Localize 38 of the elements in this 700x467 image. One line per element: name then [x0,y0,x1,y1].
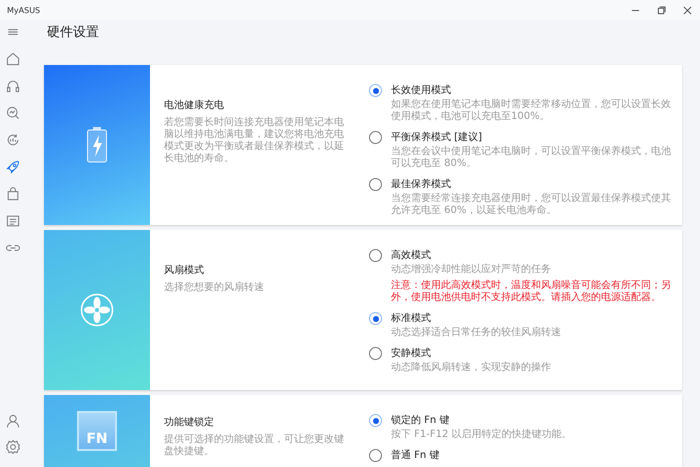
radio-button[interactable] [369,414,382,427]
option-description: 当您需要经常连接充电器使用时，您可以设置最佳保养模式使其允许充电至 60%，以延长电池寿命。 [391,193,672,217]
option-label[interactable]: 平衡保养模式 [建议] [391,130,482,144]
option-label[interactable]: 标准模式 [391,311,431,325]
option-description: 当您在会议中使用笔记本电脑时，可以设置平衡保养模式，电池可以充电至 80%。 [391,146,672,170]
option-label[interactable]: 长效使用模式 [391,83,451,97]
radio-button[interactable] [369,449,382,462]
option-label[interactable]: 安静模式 [391,346,431,360]
card-title: 电池健康充电 [164,98,225,112]
option-description: 动态降低风扇转速，实现安静的操作 [391,362,552,374]
fan-icon [80,293,114,327]
radio-button[interactable] [369,84,382,97]
battery-icon [86,127,108,163]
option-description: 如果您在使用笔记本电脑时需要经常移动位置，您可以设置长效使用模式，电池可以充电至100%。 [391,99,672,123]
close-icon[interactable] [682,6,692,14]
maximize-icon[interactable] [656,6,666,14]
fn-key-icon: FN [77,411,117,451]
radio-button[interactable] [369,347,382,360]
option-label[interactable]: 锁定的 Fn 键 [391,413,450,427]
warning-text: 注意：使用此高效模式时，温度和风扇噪音可能会有所不同；另外，使用电池供电时不支持此模式。请插入您的电源适配器。 [391,280,672,304]
option-label[interactable]: 高效模式 [391,248,431,262]
card-description: 选择您想要的风扇转速 [164,282,265,294]
radio-button[interactable] [369,312,382,325]
card-description: 若您需要长时间连接充电器使用笔记本电脑以维持电池满电量，建议您将电池充电模式更改为平衡或者最佳保养模式，以延长电池的寿命。 [164,117,345,165]
card-title: 风扇模式 [164,264,205,277]
radio-button[interactable] [369,178,382,191]
card-description: 提供可选择的功能键设置，可让您更改键盘快捷键。 [164,434,345,458]
option-description: 动态增强冷却性能以应对严苛的任务 [391,264,552,276]
card-title: 功能键锁定 [164,416,215,429]
radio-button[interactable] [369,131,382,144]
page-title: 硬件设置 [47,24,100,41]
radio-button[interactable] [369,249,382,262]
window-title: MyASUS [7,6,42,14]
settings-icon[interactable] [3,437,23,457]
option-description: 按下 F1-F12 以启用特定的快捷键功能。 [391,429,573,441]
option-label[interactable]: 最佳保养模式 [391,177,451,191]
option-label[interactable]: 普通 Fn 键 [391,448,440,462]
option-description: 动态选择适合日常任务的较佳风扇转速 [391,327,562,339]
